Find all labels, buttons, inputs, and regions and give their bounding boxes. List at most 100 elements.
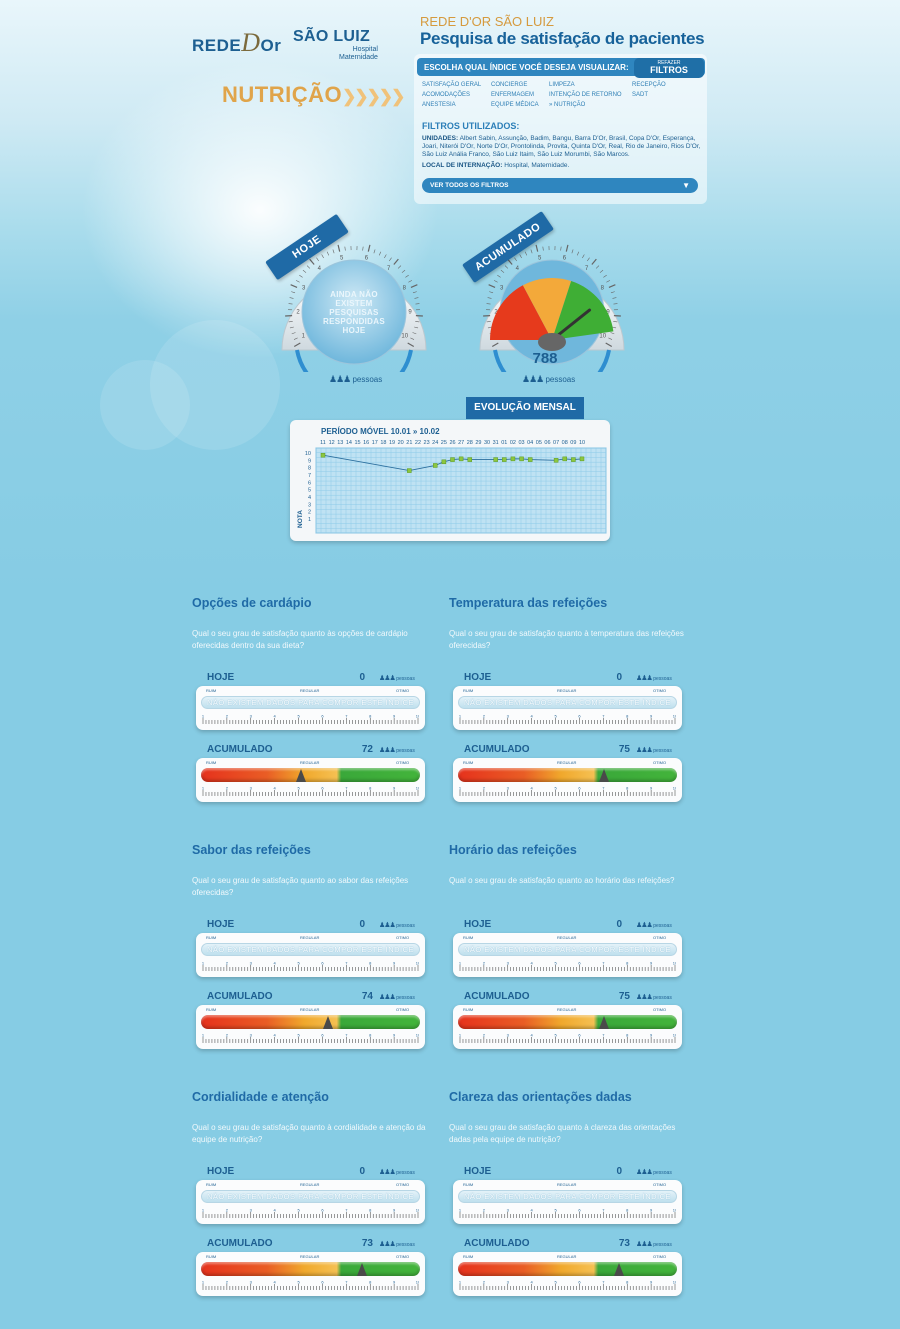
bar-label-regular: REGULAR <box>300 688 320 693</box>
gauge-tick <box>587 257 590 262</box>
bar-label-ruim: RUIM <box>463 1007 474 1012</box>
ver-todos-filtros-button[interactable]: VER TODOS OS FILTROS ▼ <box>422 178 698 193</box>
people-icon: ♟♟♟ <box>379 675 396 682</box>
ruler-label: 5 <box>554 786 557 791</box>
ruler-label: 7 <box>345 961 348 966</box>
gauge-scale-label: 5 <box>538 255 542 261</box>
ruler-label: 5 <box>554 961 557 966</box>
gauge-tick <box>613 303 618 305</box>
gauge-tick <box>612 297 617 299</box>
ruler-label: 10 <box>673 1033 676 1038</box>
gauge-scale-label: 7 <box>387 266 391 272</box>
ruler-label: 8 <box>369 1280 372 1285</box>
chart-title: PERÍODO MÓVEL 10.01 » 10.02 <box>321 427 440 436</box>
ruler-label: 10 <box>416 961 419 966</box>
bar-label-regular: REGULAR <box>300 1007 320 1012</box>
chart-x-tick: 11 <box>320 440 326 446</box>
index-option[interactable]: SATISFAÇÃO GERAL <box>422 82 481 88</box>
page-title: Pesquisa de satisfação de pacientes <box>420 29 705 48</box>
chart-x-tick: 08 <box>562 440 568 446</box>
ruler-label: 4 <box>531 1208 534 1213</box>
refazer-filtros-button[interactable]: REFAZER FILTROS <box>634 58 704 78</box>
chart-x-tick: 02 <box>510 440 516 446</box>
bar-ruler: 1 2 3 4 5 6 7 8 9 10 <box>459 714 676 724</box>
gauge-tick <box>316 257 319 262</box>
gauge-tick <box>410 284 418 288</box>
ruler-label: 8 <box>369 714 372 719</box>
ruler-label: 2 <box>226 1280 229 1285</box>
ruler-label: 6 <box>578 1033 581 1038</box>
ruler-label: 10 <box>416 786 419 791</box>
chart-y-tick: 4 <box>308 495 311 501</box>
chart-x-tick: 05 <box>536 440 542 446</box>
index-option[interactable]: INTENÇÃO DE RETORNO <box>549 92 622 98</box>
index-option[interactable]: ANESTESIA <box>422 102 456 108</box>
ruler-label: 7 <box>602 1280 605 1285</box>
ruler-label: 9 <box>650 961 653 966</box>
index-option[interactable]: SADT <box>632 92 648 98</box>
section-title: Sabor das refeições <box>192 843 311 857</box>
hoje-bar-card: RUIM REGULAR OTIMO NÃO EXISTEM DADOS PARA C… <box>196 933 425 977</box>
ruler-label: 5 <box>554 1033 557 1038</box>
no-data-bar: NÃO EXISTEM DADOS PARA COMPOR ESTE ÍNDIC… <box>458 1190 677 1203</box>
index-option[interactable]: LIMPEZA <box>549 82 575 88</box>
no-data-bar: NÃO EXISTEM DADOS PARA COMPOR ESTE ÍNDIC… <box>201 1190 420 1203</box>
ruler-label: 6 <box>321 1208 324 1213</box>
score-marker <box>356 1263 367 1276</box>
hoje-bar-card: RUIM REGULAR OTIMO NÃO EXISTEM DADOS PARA C… <box>453 1180 682 1224</box>
ruler-label: 7 <box>345 786 348 791</box>
ruler-label: 1 <box>459 1033 462 1038</box>
index-option[interactable]: EQUIPE MÉDICA <box>491 102 539 108</box>
ruler-label: 6 <box>578 1280 581 1285</box>
gauge-tick <box>414 297 419 299</box>
ruler-label: 5 <box>554 1280 557 1285</box>
hoje-pessoas: ♟♟♟ pessoas <box>636 1169 672 1176</box>
gauge-tick <box>519 254 522 259</box>
bar-label-regular: REGULAR <box>300 1182 320 1187</box>
ruler-label: 3 <box>250 786 253 791</box>
index-option[interactable]: RECEPÇÃO <box>632 82 666 88</box>
gauge-acumulado-pessoas: ♟♟♟ pessoas <box>522 374 576 384</box>
index-option[interactable]: ACOMODAÇÕES <box>422 92 470 98</box>
ruler-label: 8 <box>626 1033 629 1038</box>
index-option[interactable]: » NUTRIÇÃO <box>549 102 585 108</box>
section-question: Qual o seu grau de satisfação quanto à t… <box>449 629 684 650</box>
ruler-label: 5 <box>554 1208 557 1213</box>
hoje-bar-card: RUIM REGULAR OTIMO NÃO EXISTEM DADOS PARA C… <box>453 933 682 977</box>
people-icon: ♟♟♟ <box>379 747 396 754</box>
gauge-tick <box>591 258 597 265</box>
ruler-label: 6 <box>321 714 324 719</box>
ruler-label: 3 <box>250 961 253 966</box>
bar-label-regular: REGULAR <box>557 1007 577 1012</box>
satisfaction-bar <box>458 1015 677 1029</box>
chart-x-tick: 07 <box>553 440 559 446</box>
brand-name: REDE D'OR SÃO LUIZ <box>420 14 554 29</box>
evolucao-mensal-button[interactable]: EVOLUÇÃO MENSAL <box>466 397 584 419</box>
score-marker <box>295 769 306 782</box>
index-option[interactable]: ENFERMAGEM <box>491 92 534 98</box>
index-option[interactable]: CONCIERGE <box>491 82 527 88</box>
ruler-label: 4 <box>531 786 534 791</box>
hoje-count: 0 <box>359 919 365 930</box>
bar-label-otimo: OTIMO <box>653 688 667 693</box>
used-filters-title: FILTROS UTILIZADOS: <box>422 121 520 131</box>
hoje-pessoas: ♟♟♟ pessoas <box>636 922 672 929</box>
hoje-count: 0 <box>616 919 622 930</box>
bar-label-otimo: OTIMO <box>653 760 667 765</box>
no-data-bar: NÃO EXISTEM DADOS PARA COMPOR ESTE ÍNDIC… <box>201 696 420 709</box>
gauge-tick <box>326 251 330 256</box>
gauge-scale-label: 7 <box>585 266 589 272</box>
acumulado-bar-card: RUIM REGULAR OTIMO 1 2 3 4 5 6 7 8 9 10 <box>453 1252 682 1296</box>
ruler-label: 2 <box>483 714 486 719</box>
bar-label-otimo: OTIMO <box>653 1254 667 1259</box>
gauge-tick <box>535 244 539 252</box>
ruler-label: 8 <box>369 786 372 791</box>
bar-ruler: 1 2 3 4 5 6 7 8 9 10 <box>202 786 419 796</box>
section-question: Qual o seu grau de satisfação quanto à c… <box>449 1123 676 1144</box>
bar-label-ruim: RUIM <box>463 688 474 693</box>
gauge-tick <box>504 265 509 269</box>
ruler-label: 1 <box>202 1033 205 1038</box>
chart-x-tick: 22 <box>415 440 421 446</box>
ruler-label: 10 <box>416 1280 419 1285</box>
gauge-tick <box>405 274 409 278</box>
